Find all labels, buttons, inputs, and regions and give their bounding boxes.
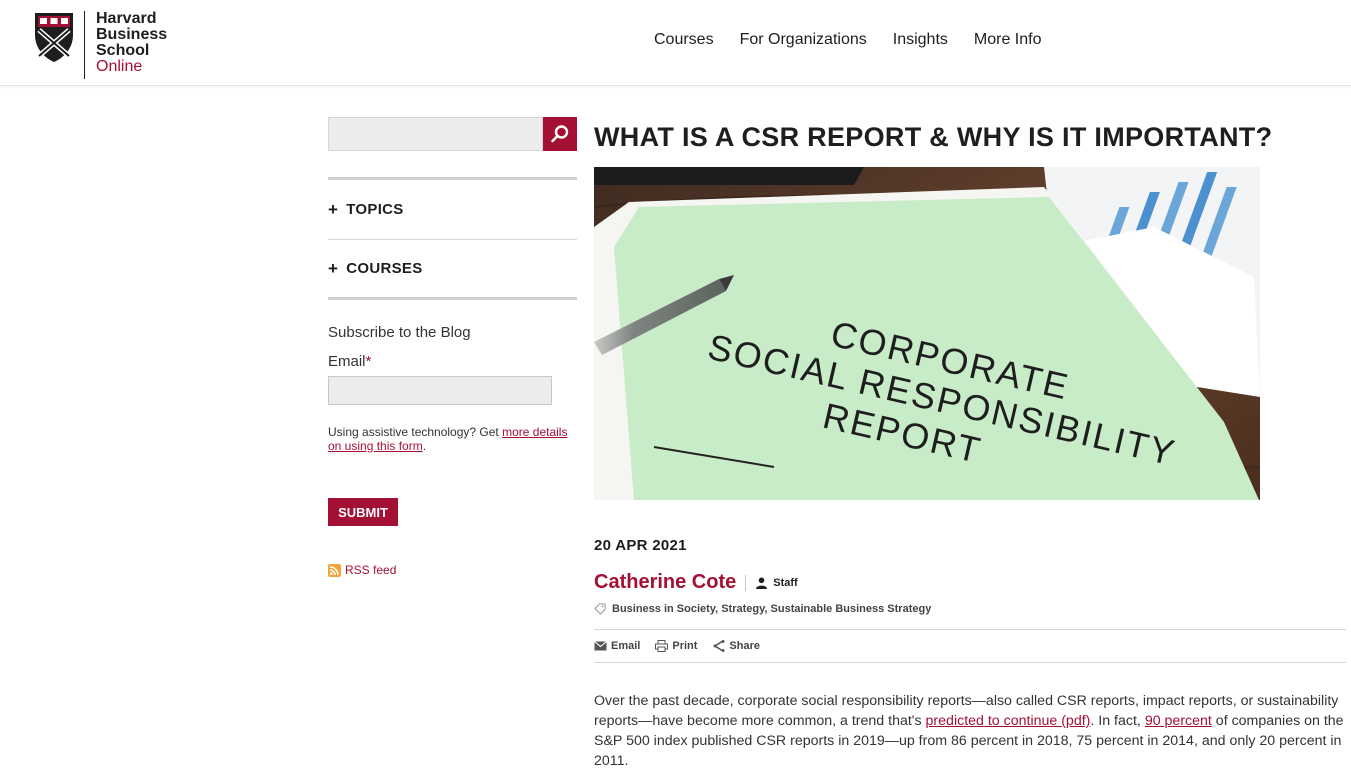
share-bar: Email Print Share <box>594 629 1346 663</box>
submit-button[interactable]: SUBMIT <box>328 498 398 526</box>
rss-icon <box>328 563 341 577</box>
author-role-label: Staff <box>773 576 798 589</box>
shield-icon <box>35 13 73 62</box>
paragraph-text-2: . In fact, <box>1090 713 1145 729</box>
expand-icon: + <box>328 258 339 278</box>
nav-for-organizations[interactable]: For Organizations <box>740 31 867 49</box>
email-label-text: Email <box>328 353 366 370</box>
logo-line-harvard: Harvard <box>96 10 157 27</box>
main-nav: Courses For Organizations Insights More … <box>654 31 1041 49</box>
rss-feed-link[interactable]: RSS feed <box>328 563 577 577</box>
user-icon <box>756 577 768 589</box>
search-form <box>328 117 577 151</box>
share-icon <box>713 640 725 652</box>
share-button[interactable]: Share <box>712 640 760 652</box>
site-header: Harvard Business School Online Courses F… <box>0 0 1351 86</box>
logo-line-school: School <box>96 42 150 59</box>
assistive-note: Using assistive technology? Get more det… <box>328 425 580 453</box>
assistive-note-end: . <box>422 439 427 453</box>
sidebar: + TOPICS + COURSES Subscribe to the Blog… <box>328 117 577 577</box>
article: WHAT IS A CSR REPORT & WHY IS IT IMPORTA… <box>594 117 1346 771</box>
logo-line-online: Online <box>96 58 143 75</box>
ninety-percent-link[interactable]: 90 percent <box>1145 713 1212 729</box>
sidebar-item-label: TOPICS <box>346 201 404 218</box>
expand-icon: + <box>328 199 339 219</box>
nav-courses[interactable]: Courses <box>654 31 714 49</box>
print-button[interactable]: Print <box>655 640 697 652</box>
tag-icon <box>594 603 606 615</box>
share-label: Share <box>729 640 760 652</box>
sidebar-item-label: COURSES <box>346 260 423 277</box>
hero-illustration: CORPORATE SOCIAL RESPONSIBILITY REPORT <box>594 167 1260 500</box>
search-input[interactable] <box>328 117 543 151</box>
nav-insights[interactable]: Insights <box>893 31 948 49</box>
print-label: Print <box>672 640 698 652</box>
assistive-note-text: Using assistive technology? Get <box>328 425 503 439</box>
email-label: Email* <box>328 353 577 370</box>
author-row: Catherine Cote Staff <box>594 571 1346 594</box>
author-name[interactable]: Catherine Cote <box>594 571 736 594</box>
article-tags: Business in Society, Strategy, Sustainab… <box>594 603 1346 615</box>
printer-icon <box>655 640 669 652</box>
hero-image: CORPORATE SOCIAL RESPONSIBILITY REPORT <box>594 167 1260 500</box>
sidebar-item-courses[interactable]: + COURSES <box>328 240 577 300</box>
email-share-button[interactable]: Email <box>594 640 640 652</box>
article-paragraph: Over the past decade, corporate social r… <box>594 691 1346 771</box>
rss-label: RSS feed <box>345 563 397 577</box>
tags-label[interactable]: Business in Society, Strategy, Sustainab… <box>612 603 931 615</box>
logo-wordmark: Harvard Business School Online <box>96 11 167 75</box>
nav-more-info[interactable]: More Info <box>974 31 1042 49</box>
email-share-label: Email <box>611 640 641 652</box>
author-role: Staff <box>755 576 798 589</box>
author-separator <box>745 574 747 591</box>
search-button[interactable] <box>543 117 577 151</box>
sidebar-item-topics[interactable]: + TOPICS <box>328 180 577 240</box>
hbs-online-logo[interactable]: Harvard Business School Online <box>33 11 167 79</box>
article-title: WHAT IS A CSR REPORT & WHY IS IT IMPORTA… <box>594 122 1273 152</box>
email-field[interactable] <box>328 376 552 405</box>
logo-line-business: Business <box>96 26 168 43</box>
predicted-to-continue-link[interactable]: predicted to continue (pdf) <box>926 713 1091 729</box>
subscribe-heading: Subscribe to the Blog <box>328 324 471 341</box>
search-icon <box>551 125 569 143</box>
logo-divider <box>84 11 85 79</box>
publish-date: 20 APR 2021 <box>594 537 687 554</box>
envelope-icon <box>594 641 607 651</box>
required-marker: * <box>365 353 372 370</box>
